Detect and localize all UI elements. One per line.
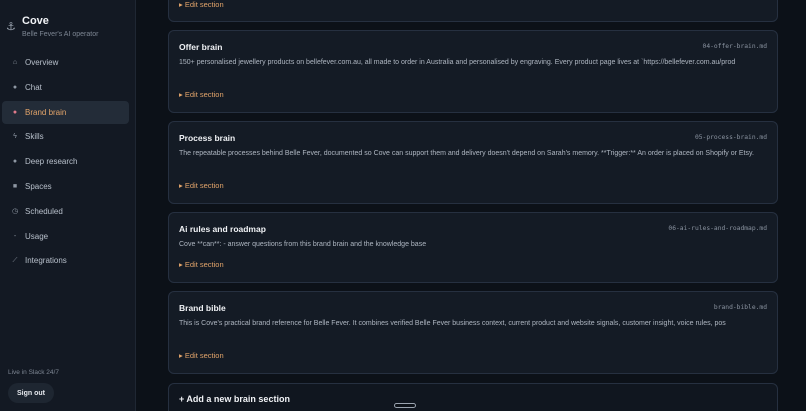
scroll-indicator[interactable] — [394, 403, 416, 408]
section-filename: 06-ai-rules-and-roadmap.md — [668, 225, 767, 232]
section-card-previous: ▸ Edit section — [168, 0, 778, 22]
sidebar-item-label: Scheduled — [25, 206, 63, 216]
sidebar-item-label: Spaces — [25, 181, 52, 191]
sidebar-nav: ⌂ Overview ● Chat ● Brand brain ϟ Skills… — [2, 51, 129, 274]
brand-name: Cove — [22, 15, 49, 27]
clock-icon: ◷ — [11, 208, 19, 216]
section-filename: 04-offer-brain.md — [702, 43, 767, 50]
edit-section-link[interactable]: ▸ Edit section — [179, 0, 224, 9]
sidebar-item-chat[interactable]: ● Chat — [2, 76, 129, 99]
sidebar-item-label: Chat — [25, 82, 42, 92]
sidebar-item-label: Skills — [25, 132, 44, 142]
plug-icon: ⟋ — [12, 256, 18, 264]
usage-icon: - — [13, 232, 17, 240]
section-preview: 150+ personalised jewellery products on … — [179, 59, 736, 66]
section-card-offer-brain: Offer brain 04-offer-brain.md 150+ perso… — [168, 30, 778, 113]
sidebar: ⚓ Cove Belle Fever's AI operator ⌂ Overv… — [0, 0, 136, 411]
sidebar-item-spaces[interactable]: ■ Spaces — [2, 175, 129, 198]
sign-out-button[interactable]: Sign out — [8, 383, 54, 403]
section-title: Process brain — [179, 133, 236, 143]
section-filename: 05-process-brain.md — [694, 134, 767, 141]
sidebar-item-label: Integrations — [25, 256, 67, 266]
chat-bubble-icon: ● — [12, 83, 18, 91]
slack-status: Live in Slack 24/7 — [8, 369, 59, 376]
edit-section-link[interactable]: ▸ Edit section — [179, 90, 224, 99]
sidebar-item-label: Deep research — [25, 157, 78, 167]
sidebar-item-overview[interactable]: ⌂ Overview — [2, 51, 129, 74]
section-title: Brand bible — [179, 303, 226, 313]
add-section-card[interactable]: + Add a new brain section — [168, 383, 778, 411]
home-icon: ⌂ — [12, 59, 18, 66]
section-filename: brand-bible.md — [713, 304, 767, 311]
edit-section-link[interactable]: ▸ Edit section — [179, 181, 224, 190]
brand: ⚓ Cove Belle Fever's AI operator — [6, 14, 98, 38]
sidebar-item-deep-research[interactable]: ● Deep research — [2, 150, 129, 173]
sidebar-item-label: Overview — [25, 58, 59, 67]
section-preview: The repeatable processes behind Belle Fe… — [179, 150, 754, 157]
add-section-button[interactable]: + Add a new brain section — [179, 394, 290, 404]
section-preview: This is Cove's practical brand reference… — [179, 320, 726, 327]
sidebar-item-brand-brain[interactable]: ● Brand brain — [2, 100, 129, 124]
sidebar-item-usage[interactable]: - Usage — [2, 225, 129, 248]
edit-section-link[interactable]: ▸ Edit section — [179, 260, 224, 269]
section-preview: Cove **can**: - answer questions from th… — [179, 241, 427, 248]
lightning-icon: ϟ — [13, 133, 17, 141]
main-content: ▸ Edit section Offer brain 04-offer-brai… — [136, 0, 806, 411]
sidebar-item-skills[interactable]: ϟ Skills — [2, 125, 129, 148]
edit-section-link[interactable]: ▸ Edit section — [179, 351, 224, 360]
section-title: Ai rules and roadmap — [179, 224, 266, 234]
section-card-brand-bible: Brand bible brand-bible.md This is Cove'… — [168, 291, 778, 374]
sidebar-item-scheduled[interactable]: ◷ Scheduled — [2, 200, 129, 223]
brain-icon: ● — [12, 108, 18, 116]
magnifier-icon: ● — [12, 158, 18, 166]
sidebar-item-label: Usage — [25, 231, 49, 241]
brand-subtitle: Belle Fever's AI operator — [22, 31, 99, 38]
section-card-process-brain: Process brain 05-process-brain.md The re… — [168, 121, 778, 204]
sidebar-item-integrations[interactable]: ⟋ Integrations — [2, 249, 129, 272]
box-icon: ■ — [12, 182, 18, 190]
sidebar-item-label: Brand brain — [25, 107, 67, 117]
anchor-icon: ⚓ — [6, 21, 16, 33]
section-title: Offer brain — [179, 42, 223, 52]
section-card-ai-rules: Ai rules and roadmap 06-ai-rules-and-roa… — [168, 212, 778, 283]
